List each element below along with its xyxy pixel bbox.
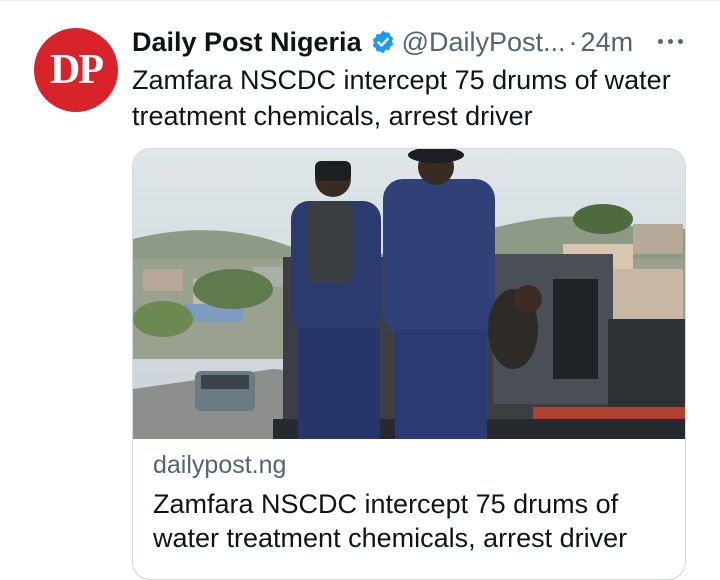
avatar-logo-text: DP [50, 47, 104, 93]
avatar[interactable]: DP [34, 28, 118, 112]
card-domain[interactable]: dailypost.ng [153, 451, 286, 480]
author-handle[interactable]: @DailyPost... [402, 27, 566, 58]
top-divider [0, 0, 720, 1]
timestamp[interactable]: 24m [581, 27, 634, 58]
more-options-icon[interactable] [650, 26, 690, 56]
author-name[interactable]: Daily Post Nigeria [132, 27, 362, 58]
card-photo [133, 149, 685, 439]
link-preview-card[interactable]: dailypost.ng Zamfara NSCDC intercept 75 … [132, 148, 686, 580]
card-title[interactable]: Zamfara NSCDC intercept 75 drums of wate… [153, 487, 673, 555]
tweet-header: Daily Post Nigeria @DailyPost... · 24m [132, 22, 692, 62]
header-separator: · [568, 26, 578, 57]
verified-badge-icon[interactable] [370, 29, 396, 55]
tweet-text: Zamfara NSCDC intercept 75 drums of wate… [132, 65, 671, 131]
